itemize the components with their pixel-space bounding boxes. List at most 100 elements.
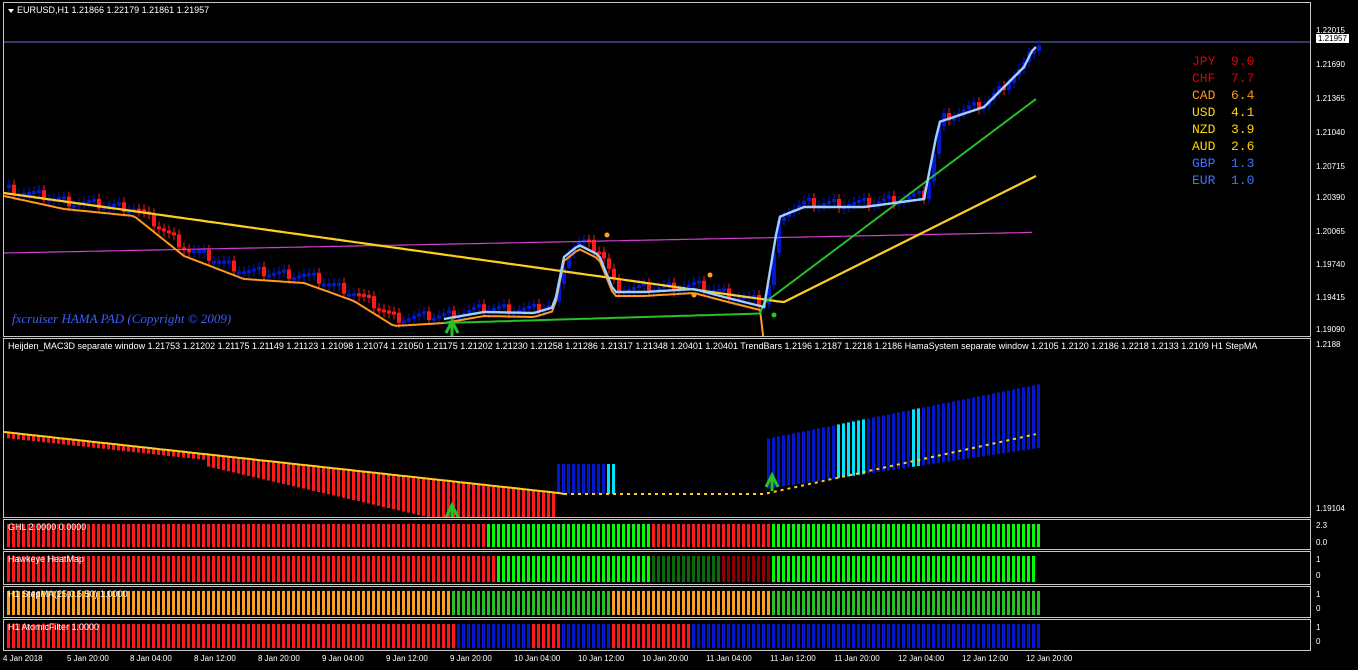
candle-body	[697, 280, 701, 284]
stepma-bar	[772, 591, 775, 615]
ghl-bar	[507, 524, 510, 547]
ghl-bar	[132, 524, 135, 547]
ghl-bar	[977, 524, 980, 547]
signal-dot	[771, 312, 777, 318]
histogram-bar	[547, 491, 550, 517]
heatmap-bar	[542, 556, 545, 582]
heatmap-bar	[322, 556, 325, 582]
histogram-bar	[597, 464, 600, 494]
histogram-bar	[322, 466, 325, 494]
atomic-bar	[662, 624, 665, 648]
heatmap-bar	[272, 556, 275, 582]
stepma-bar	[447, 591, 450, 615]
stepma-bar	[967, 591, 970, 615]
heatmap-bar	[1022, 556, 1025, 582]
candle-body	[967, 105, 971, 110]
histogram-bar	[382, 473, 385, 507]
heatmap-bar	[282, 556, 285, 582]
heatmap-bar	[962, 556, 965, 582]
stepma-bar	[312, 591, 315, 615]
histogram-bar	[797, 432, 800, 485]
heatmap-axis-bottom: 0	[1316, 571, 1321, 580]
candle-body	[397, 312, 401, 323]
ghl-pane[interactable]: GHL 2.0000 0.0000	[3, 519, 1311, 550]
main-chart-pane[interactable]: EURUSD,H1 1.21866 1.22179 1.21861 1.2195…	[3, 2, 1311, 337]
candle-body	[477, 304, 481, 308]
heatmap-bar	[702, 556, 705, 582]
candle-body	[297, 275, 301, 279]
stepma-bar	[367, 591, 370, 615]
heatmap-pane[interactable]: Hawkeye HeatMap	[3, 551, 1311, 585]
stepma-bar	[752, 591, 755, 615]
stepma-bar	[812, 591, 815, 615]
heatmap-bar	[477, 556, 480, 582]
ghl-bar	[232, 524, 235, 547]
atomic-bar	[792, 624, 795, 648]
atomic-bar	[477, 624, 480, 648]
stepma-bar	[547, 591, 550, 615]
histogram-bar	[292, 463, 295, 487]
candle-body	[832, 199, 836, 202]
heatmap-bar	[222, 556, 225, 582]
ghl-bar	[962, 524, 965, 547]
heatmap-bar	[687, 556, 690, 582]
ghl-bar	[377, 524, 380, 547]
price-axis-label: 1.20715	[1316, 162, 1345, 171]
histogram-bar	[1012, 389, 1015, 452]
ghl-bar	[462, 524, 465, 547]
candle-body	[412, 315, 416, 319]
stepma-bar	[647, 591, 650, 615]
ghl-bar	[152, 524, 155, 547]
ghl-bar	[757, 524, 760, 547]
ghl-bar	[642, 524, 645, 547]
atomic-bar	[267, 624, 270, 648]
heatmap-bar	[982, 556, 985, 582]
ghl-bar	[987, 524, 990, 547]
heatmap-bar	[202, 556, 205, 582]
stepma-bar	[242, 591, 245, 615]
ghl-bar	[727, 524, 730, 547]
ghl-bar	[807, 524, 810, 547]
atomic-bar	[447, 624, 450, 648]
ghl-bar	[1002, 524, 1005, 547]
atomic-bar	[307, 624, 310, 648]
ghl-bar	[447, 524, 450, 547]
heatmap-bar	[227, 556, 230, 582]
atomic-bar	[747, 624, 750, 648]
ghl-bar	[247, 524, 250, 547]
candle-body	[427, 311, 431, 321]
candle-body	[392, 311, 396, 315]
heatmap-bar	[972, 556, 975, 582]
histogram-bar	[592, 464, 595, 494]
heatmap-bar	[572, 556, 575, 582]
atomic-pane[interactable]: H1 AtomicFilter 1.0000	[3, 619, 1311, 651]
heatmap-bar	[467, 556, 470, 582]
atomic-bar	[212, 624, 215, 648]
stepma-bar	[692, 591, 695, 615]
dropdown-triangle-icon[interactable]	[8, 8, 14, 13]
stepma-bar	[892, 591, 895, 615]
candle-body	[252, 268, 256, 272]
ghl-bar	[842, 524, 845, 547]
ghl-bar	[582, 524, 585, 547]
histogram-bar	[882, 415, 885, 472]
heatmap-bar	[447, 556, 450, 582]
atomic-bar	[957, 624, 960, 648]
heatmap-bar	[362, 556, 365, 582]
heatmap-bar	[387, 556, 390, 582]
ghl-bar	[542, 524, 545, 547]
stepma-bar	[832, 591, 835, 615]
atomic-bar	[187, 624, 190, 648]
stepma-bar	[272, 591, 275, 615]
candle-body	[87, 200, 91, 204]
histogram-bar	[877, 416, 880, 473]
ghl-bar	[222, 524, 225, 547]
oscillator-pane[interactable]: Heijden_MAC3D separate window 1.21753 1.…	[3, 338, 1311, 518]
histogram-bar	[357, 470, 360, 502]
ghl-bar	[687, 524, 690, 547]
stepma-pane[interactable]: H1 StepMA(25,0.5,50) 1.0000	[3, 586, 1311, 618]
histogram-bar	[237, 457, 240, 474]
heatmap-bar	[152, 556, 155, 582]
histogram-bar	[932, 405, 935, 464]
ghl-bar	[662, 524, 665, 547]
